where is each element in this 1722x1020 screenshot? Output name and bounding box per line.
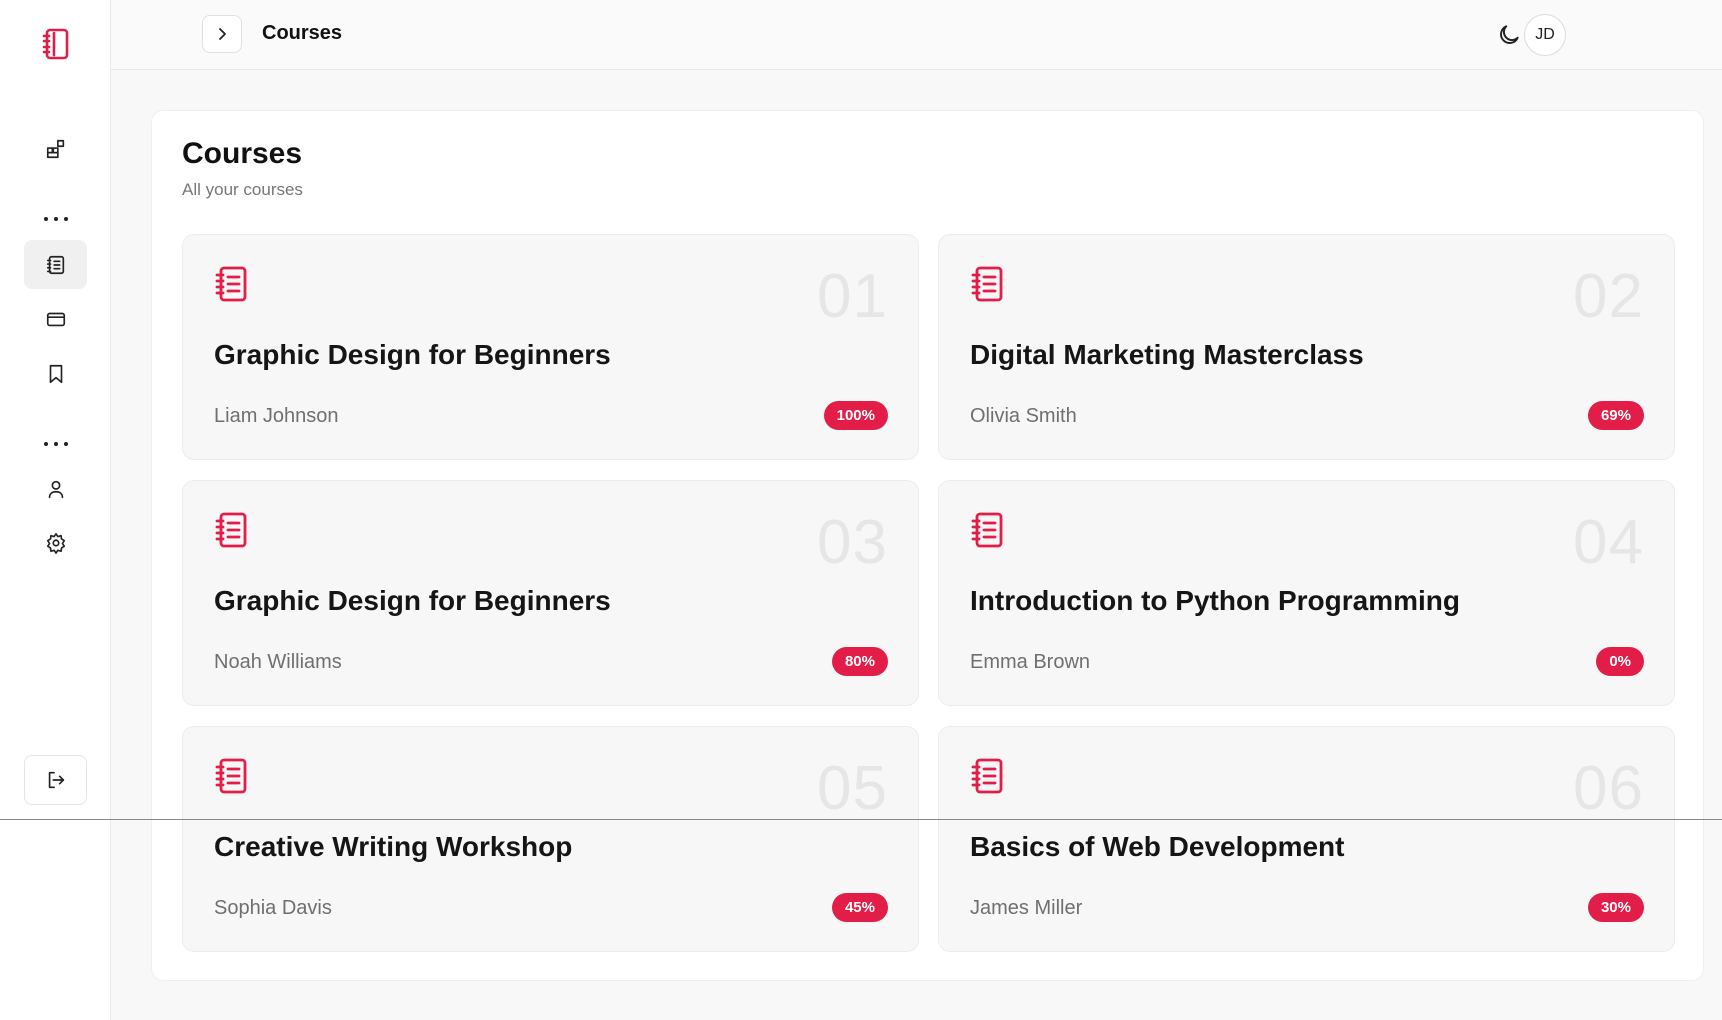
progress-badge: 30% [1587, 893, 1644, 922]
sidebar-item-settings[interactable] [24, 518, 87, 567]
course-number: 03 [817, 508, 888, 577]
theme-toggle-button[interactable] [1492, 18, 1526, 52]
chevron-right-icon [219, 28, 226, 40]
course-number: 06 [1573, 754, 1644, 823]
course-title[interactable]: Creative Writing Workshop [214, 831, 572, 863]
sidebar-item-bookmarks[interactable] [24, 349, 87, 398]
course-author: Sophia Davis [214, 897, 332, 919]
logout-icon [48, 771, 64, 789]
course-title[interactable]: Graphic Design for Beginners [214, 339, 611, 371]
sidebar-toggle-button[interactable] [202, 15, 242, 53]
sidebar-item-profile[interactable] [24, 464, 87, 513]
bookmark-icon [49, 364, 62, 383]
progress-badge: 80% [831, 647, 888, 676]
credit-card-icon [46, 312, 65, 326]
notebook-icon[interactable] [42, 28, 70, 60]
progress-badge: 45% [831, 893, 888, 922]
user-icon [48, 480, 63, 498]
page-title: Courses [262, 22, 343, 44]
course-author: Olivia Smith [970, 405, 1077, 427]
top-header: Courses JD [111, 0, 1722, 70]
course-card[interactable]: 03 Graphic Design for Beginners Noah Willi… [182, 480, 919, 706]
app: Courses JD Courses All your courses 01 Gr… [0, 0, 1722, 1020]
course-card[interactable]: 05 Creative Writing Workshop Sophia Davis 4… [182, 726, 919, 952]
section-subtitle: All your courses [182, 180, 303, 199]
notebook-icon [46, 255, 64, 274]
course-card[interactable]: 06 Basics of Web Development James Miller 3… [938, 726, 1675, 952]
course-author: Emma Brown [970, 651, 1091, 673]
dashboard-icon [46, 139, 64, 158]
avatar[interactable]: JD [1524, 14, 1566, 56]
notebook-icon [971, 512, 1003, 548]
course-number: 02 [1573, 262, 1644, 331]
moon-icon [1500, 25, 1519, 44]
notebook-icon [971, 266, 1003, 302]
course-author: Liam Johnson [214, 405, 339, 427]
course-author: Noah Williams [214, 651, 342, 673]
notebook-icon [215, 758, 247, 794]
progress-badge: 0% [1596, 647, 1644, 676]
progress-badge: 100% [823, 401, 888, 430]
section-title: Courses [182, 137, 303, 170]
section-divider-dots [44, 215, 68, 223]
notebook-icon [215, 266, 247, 302]
course-author: James Miller [970, 897, 1083, 919]
progress-badge: 69% [1587, 401, 1644, 430]
logout-button[interactable] [24, 755, 87, 805]
sidebar [0, 0, 111, 1020]
sidebar-item-payments[interactable] [24, 294, 87, 343]
course-title[interactable]: Basics of Web Development [970, 831, 1344, 863]
gear-icon [46, 532, 65, 554]
course-card[interactable]: 01 Graphic Design for Beginners Liam Johns… [182, 234, 919, 460]
course-title[interactable]: Introduction to Python Programming [970, 585, 1460, 617]
notebook-icon [971, 758, 1003, 794]
course-number: 01 [817, 262, 888, 331]
courses-panel: Courses All your courses 01 Graphic Desig… [151, 110, 1704, 981]
notebook-icon [215, 512, 247, 548]
course-title[interactable]: Graphic Design for Beginners [214, 585, 611, 617]
sidebar-item-courses[interactable] [24, 240, 87, 289]
course-title[interactable]: Digital Marketing Masterclass [970, 339, 1364, 371]
divider-line [0, 819, 1722, 820]
course-card[interactable]: 04 Introduction to Python Programming Emma… [938, 480, 1675, 706]
course-card[interactable]: 02 Digital Marketing Masterclass Olivia Sm… [938, 234, 1675, 460]
section-divider-dots [44, 440, 68, 448]
sidebar-item-dashboard[interactable] [24, 124, 87, 173]
course-number: 04 [1573, 508, 1644, 577]
course-number: 05 [817, 754, 888, 823]
